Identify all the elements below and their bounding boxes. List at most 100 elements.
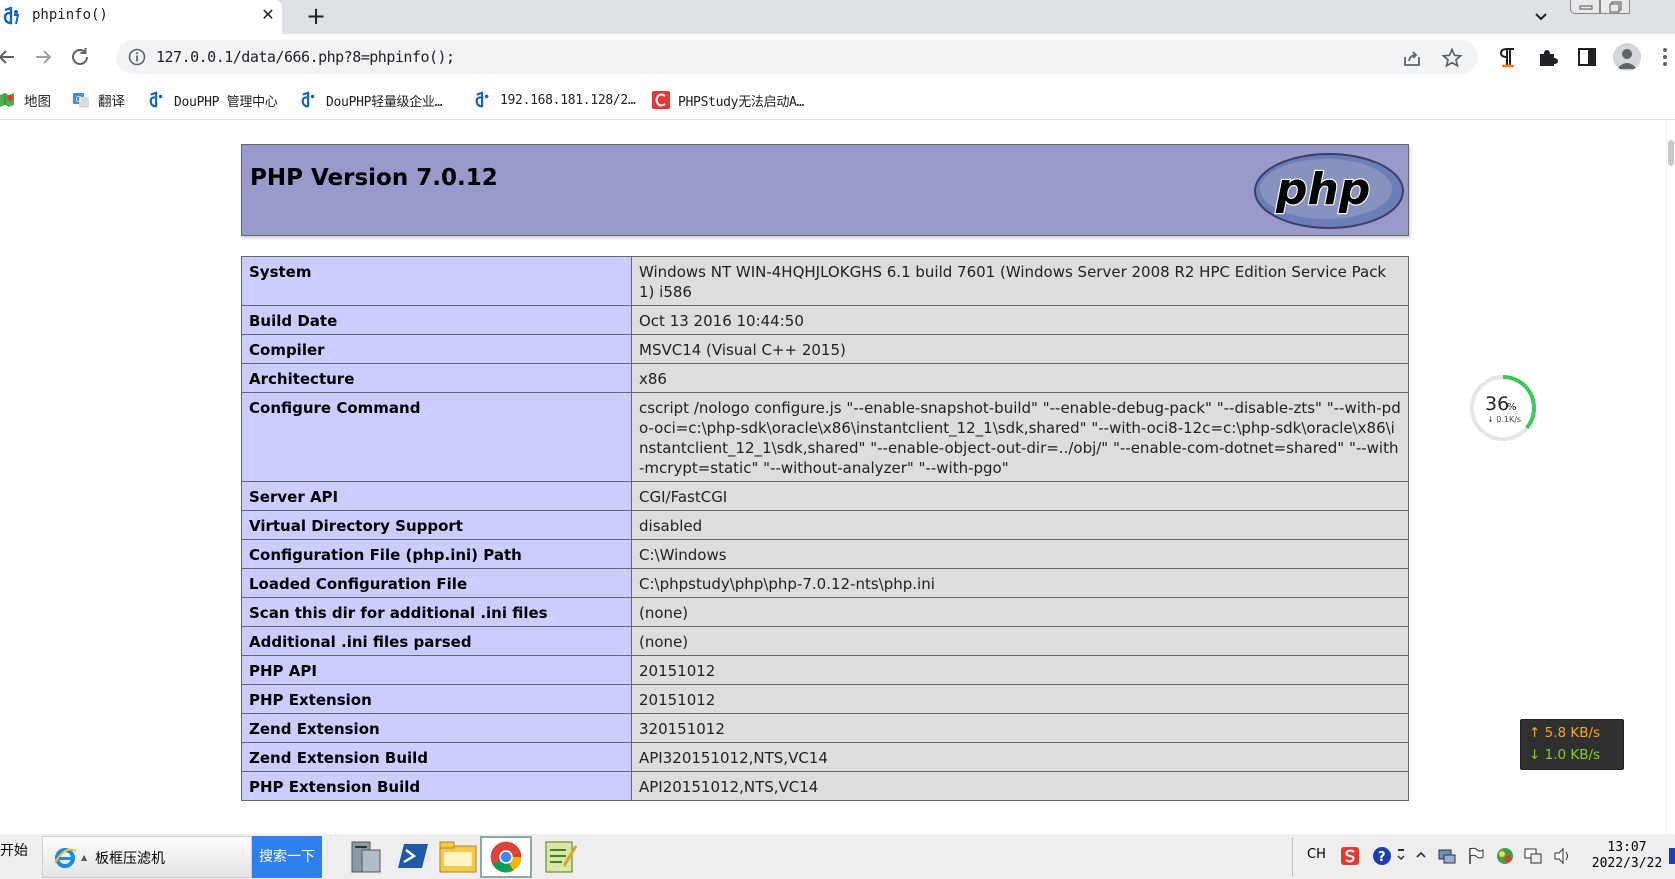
table-row: PHP Extension Build API20151012,NTS,VC14 [241, 771, 1409, 801]
douphp-icon [301, 91, 315, 108]
taskbar-clock[interactable]: 13:07 2022/3/22 [1588, 840, 1666, 872]
minimize-icon [1579, 5, 1593, 10]
info-value: (none) [631, 597, 1409, 627]
info-value: CGI/FastCGI [631, 481, 1409, 511]
search-button[interactable]: 搜索一下 [252, 836, 322, 878]
back-arrow-icon[interactable] [0, 43, 22, 71]
speed-rate: ↓ 0.1K/s [1487, 415, 1521, 424]
server-manager-icon[interactable] [340, 836, 392, 878]
page-scrollbar[interactable] [1666, 121, 1675, 833]
info-key: Compiler [241, 334, 632, 364]
tab-strip: phpinfo() ✕ + [0, 0, 1675, 34]
bookmark-star-icon[interactable] [1441, 47, 1463, 69]
bookmark-local-ip[interactable]: 192.168.181.128/2… [474, 89, 636, 111]
tab-search-chevron-icon[interactable] [1530, 6, 1552, 28]
restore-icon [1609, 1, 1622, 13]
ie-browser-icon [54, 848, 77, 868]
file-explorer-icon[interactable] [432, 836, 484, 878]
minimize-button[interactable] [1570, 0, 1600, 14]
show-hidden-tray-icon[interactable] [1414, 846, 1428, 866]
start-button[interactable]: 开始 [0, 840, 28, 860]
douphp-favicon-icon [3, 6, 20, 25]
chrome-browser-icon[interactable] [480, 836, 532, 878]
table-row: Zend Extension 320151012 [241, 713, 1409, 743]
info-value: cscript /nologo configure.js "--enable-s… [631, 392, 1409, 482]
douphp-icon [149, 91, 163, 108]
bookmark-map[interactable]: 地图 [0, 89, 51, 111]
ime-options-icon[interactable] [1394, 846, 1408, 866]
new-tab-button[interactable]: + [302, 3, 330, 31]
pilcrow-extension-icon[interactable] [1496, 45, 1520, 69]
bookmark-douphp-site[interactable]: DouPHP轻量级企业… [300, 89, 442, 111]
profile-avatar[interactable] [1613, 43, 1641, 71]
bookmark-label: 地图 [24, 94, 51, 110]
dropdown-arrow-icon[interactable]: ▲ [81, 853, 87, 862]
tab-phpinfo[interactable]: phpinfo() ✕ [0, 0, 282, 34]
security-guard-icon[interactable] [1495, 846, 1515, 866]
php-logo-icon[interactable]: php [1252, 151, 1406, 231]
action-center-flag-icon[interactable] [1466, 846, 1486, 866]
bookmark-label: 192.168.181.128/2… [500, 92, 636, 108]
douphp-icon [475, 91, 489, 108]
info-key: Build Date [241, 305, 632, 335]
network-computer-icon[interactable] [1437, 846, 1457, 866]
csdn-c-icon [652, 91, 670, 109]
taskbar-window-label: 板框压滤机 [95, 851, 165, 867]
table-row: Loaded Configuration File C:\phpstudy\php… [241, 568, 1409, 598]
tab-title: phpinfo() [32, 7, 108, 23]
help-icon[interactable]: ? [1372, 846, 1392, 866]
taskbar-window-item[interactable]: ▲ 板框压滤机 [42, 836, 252, 878]
ime-indicator[interactable]: CH [1307, 847, 1326, 862]
info-value: 320151012 [631, 713, 1409, 743]
info-key: Zend Extension Build [241, 742, 632, 772]
table-row: Additional .ini files parsed (none) [241, 626, 1409, 656]
svg-text:G: G [76, 95, 82, 104]
share-icon[interactable] [1401, 47, 1423, 69]
table-row: System Windows NT WIN-4HQHJLOKGHS 6.1 bui… [241, 256, 1409, 306]
speed-ball-widget[interactable]: 36 % ↓ 0.1K/s [1469, 374, 1537, 442]
side-panel-icon[interactable] [1575, 45, 1599, 69]
info-key: PHP Extension [241, 684, 632, 714]
info-value: Oct 13 2016 10:44:50 [631, 305, 1409, 335]
tab-close-icon[interactable]: ✕ [258, 5, 278, 25]
show-desktop-button[interactable] [1669, 846, 1675, 866]
info-value: C:\phpstudy\php\php-7.0.12-nts\php.ini [631, 568, 1409, 598]
page-title: PHP Version 7.0.12 [250, 165, 498, 191]
powershell-icon[interactable] [386, 836, 438, 878]
bookmark-douphp-admin[interactable]: DouPHP 管理中心 [148, 89, 278, 111]
info-value: 20151012 [631, 684, 1409, 714]
network-status-icon[interactable] [1523, 846, 1543, 866]
info-key: PHP Extension Build [241, 771, 632, 801]
table-row: Configuration File (php.ini) Path C:\Wind… [241, 539, 1409, 569]
info-key: Configuration File (php.ini) Path [241, 539, 632, 569]
map-icon [0, 93, 14, 107]
info-value: API320151012,NTS,VC14 [631, 742, 1409, 772]
extensions-puzzle-icon[interactable] [1536, 45, 1560, 69]
network-monitor[interactable]: ↑ 5.8 KB/s ↓ 1.0 KB/s [1520, 719, 1624, 770]
table-row: Build Date Oct 13 2016 10:44:50 [241, 305, 1409, 335]
menu-kebab-icon[interactable] [1660, 46, 1670, 68]
bookmark-phpstudy[interactable]: PHPStudy无法启动A… [652, 89, 804, 111]
maximize-button[interactable] [1600, 0, 1630, 14]
info-key: Scan this dir for additional .ini files [241, 597, 632, 627]
clock-time: 13:07 [1607, 840, 1647, 855]
info-key: Zend Extension [241, 713, 632, 743]
info-value: MSVC14 (Visual C++ 2015) [631, 334, 1409, 364]
address-bar[interactable]: 127.0.0.1/data/666.php?8=phpinfo(); [116, 40, 1478, 74]
volume-speaker-icon[interactable] [1552, 846, 1572, 866]
info-key: Configure Command [241, 392, 632, 482]
notepad-plus-icon[interactable] [534, 836, 586, 878]
bookmarks-bar: 地图 G 翻译 DouPHP 管理中心 DouPHP轻量级企业… 192.168… [0, 80, 1675, 120]
info-key: Additional .ini files parsed [241, 626, 632, 656]
windows-taskbar: 开始 ▲ 板框压滤机 搜索一下 CH ? 13:07 2022/3/22 [0, 833, 1675, 879]
forward-arrow-icon[interactable] [28, 43, 56, 71]
page-scrollbar-thumb[interactable] [1668, 140, 1674, 166]
table-row: Architecture x86 [241, 363, 1409, 393]
sogou-ime-icon[interactable] [1340, 846, 1360, 866]
bookmark-translate[interactable]: G 翻译 [72, 89, 125, 111]
speed-percent: 36 [1485, 393, 1509, 415]
url-text[interactable]: 127.0.0.1/data/666.php?8=phpinfo(); [156, 48, 455, 66]
site-info-icon[interactable] [128, 48, 146, 66]
reload-icon[interactable] [66, 43, 94, 71]
bookmark-label: DouPHP轻量级企业… [326, 94, 443, 110]
